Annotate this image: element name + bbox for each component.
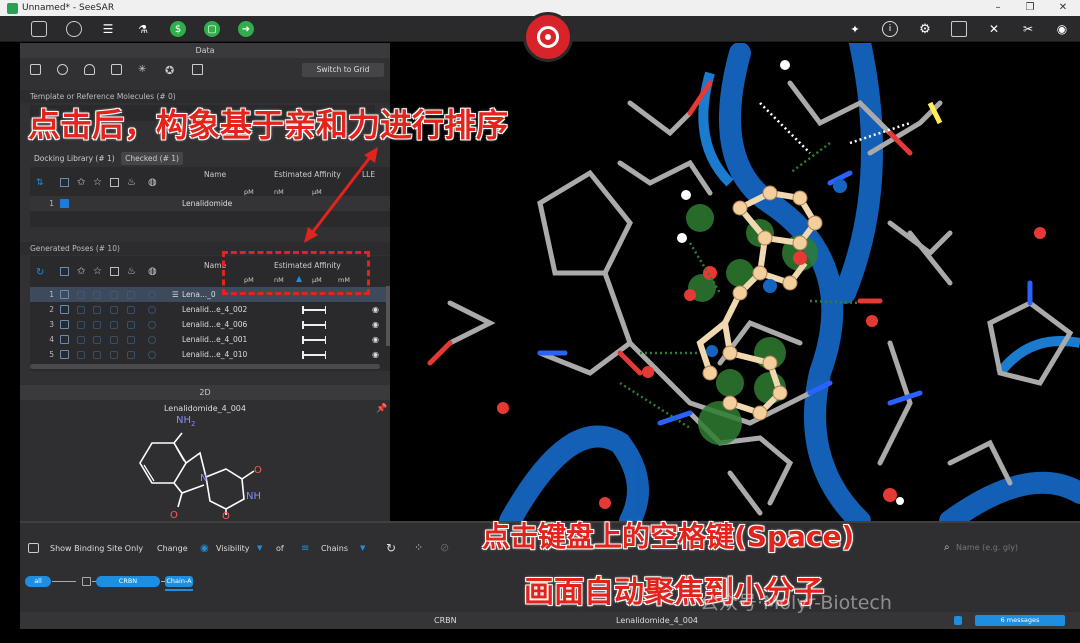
watermark: 公众号·Molyr-Biotech xyxy=(700,592,892,614)
annotation-space-text: 点击键盘上的空格键(Space) xyxy=(482,520,855,553)
annotation-sort-text: 点击后，构象基于亲和力进行排序 xyxy=(28,106,509,144)
